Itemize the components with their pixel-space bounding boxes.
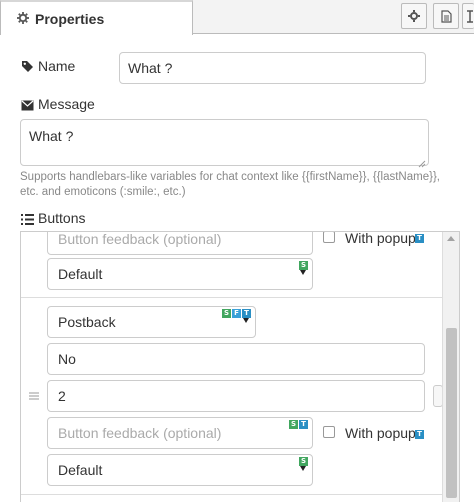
badges: SFT (222, 309, 251, 318)
tag-icon (21, 60, 34, 76)
with-popup-checkbox[interactable] (323, 232, 335, 243)
resize-grip-icon (418, 155, 426, 171)
button-value-input[interactable]: 2 (47, 380, 425, 412)
button-feedback-input[interactable]: Button feedback (optional) ST (47, 417, 313, 449)
drag-handle-icon[interactable] (29, 392, 39, 400)
with-popup-checkbox[interactable] (323, 426, 335, 438)
button-feedback-input[interactable]: Button feedback (optional) (47, 231, 313, 255)
scrollbar-thumb[interactable] (446, 328, 457, 498)
t-badge: T (242, 309, 251, 318)
envelope-icon (21, 98, 34, 114)
s-badge: S (289, 420, 298, 429)
buttons-list[interactable]: Button feedback (optional) With popup T … (20, 231, 460, 502)
s-badge: S (222, 309, 231, 318)
f-badge: F (232, 309, 241, 318)
tab-properties[interactable]: Properties (0, 0, 193, 35)
tab-bar: Properties (0, 0, 474, 35)
chevron-down-icon (243, 318, 249, 323)
appearance-button[interactable] (462, 3, 474, 29)
chevron-down-icon (300, 270, 306, 275)
description-button[interactable] (433, 3, 459, 29)
gear-icon (408, 10, 420, 22)
item-divider (21, 297, 443, 298)
settings-button[interactable] (401, 3, 427, 29)
template-badge: T (415, 430, 424, 439)
buttons-label: Buttons (38, 210, 86, 226)
message-help-text: Supports handlebars-like variables for c… (20, 170, 460, 200)
button-feedback-placeholder: Button feedback (optional) (58, 425, 222, 441)
tab-properties-label: Properties (35, 11, 105, 27)
chevron-down-icon (300, 466, 306, 471)
gear-icon (17, 11, 29, 27)
button-type-value: Postback (58, 314, 116, 330)
button-style-select[interactable]: Default S (47, 258, 313, 290)
message-label: Message (38, 96, 95, 112)
scroll-up-arrow-icon[interactable] (447, 236, 455, 241)
cursor-icon (467, 10, 473, 23)
message-textarea[interactable]: What ? (20, 119, 429, 166)
button-label-input[interactable]: No (47, 343, 425, 375)
item-divider (21, 494, 443, 495)
s-badge: S (299, 457, 308, 466)
badges: S (299, 261, 308, 270)
name-input[interactable]: What ? (119, 52, 426, 84)
button-feedback-placeholder: Button feedback (optional) (58, 231, 222, 247)
button-style-value: Default (58, 462, 103, 478)
message-help-line-1: Supports handlebars-like variables for c… (20, 171, 440, 183)
template-badge: T (415, 234, 424, 243)
document-icon (441, 10, 452, 23)
button-type-select[interactable]: Postback SFT (47, 306, 256, 338)
with-popup-label: With popup (345, 425, 416, 441)
name-label: Name (38, 58, 76, 74)
s-badge: S (299, 261, 308, 270)
badges: S (299, 457, 308, 466)
button-style-select[interactable]: Default S (47, 454, 313, 486)
badges: ST (289, 420, 308, 429)
with-popup-label: With popup (345, 231, 416, 246)
scrollbar[interactable] (442, 232, 459, 502)
t-badge: T (299, 420, 308, 429)
button-style-value: Default (58, 266, 103, 282)
list-icon (21, 212, 34, 228)
message-help-line-2: etc. and emoticons (:smile:, etc.) (20, 186, 186, 198)
